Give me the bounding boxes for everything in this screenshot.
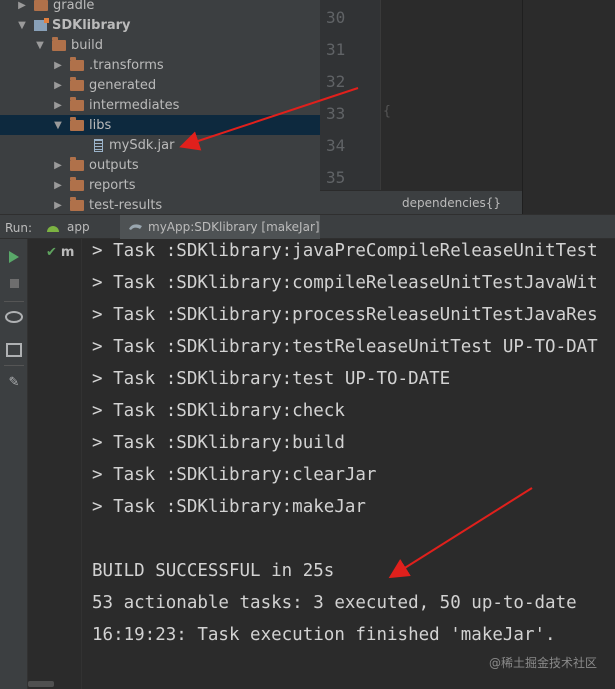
red-arrow-annotation	[388, 487, 533, 579]
annotation-overlay	[179, 87, 533, 579]
red-arrow-annotation	[179, 87, 359, 151]
watermark: @稀土掘金技术社区	[488, 656, 597, 670]
